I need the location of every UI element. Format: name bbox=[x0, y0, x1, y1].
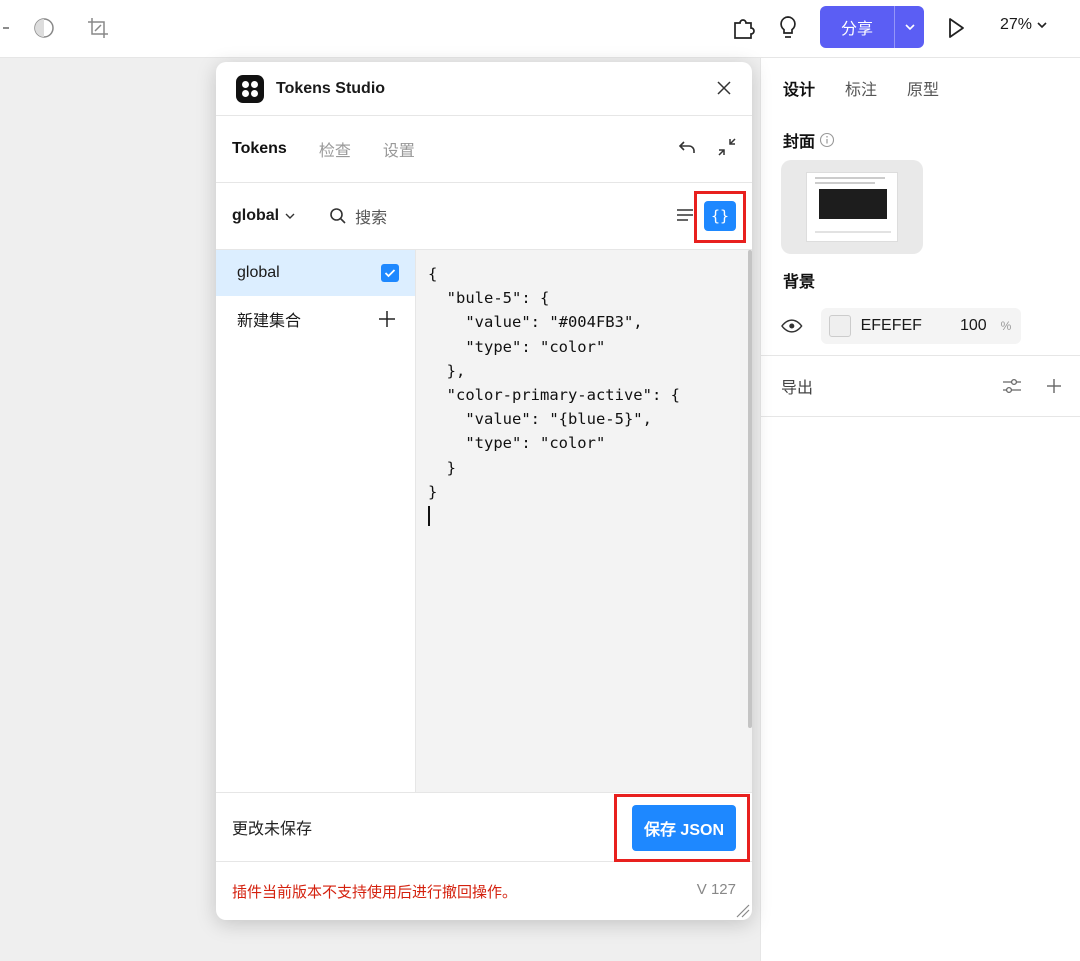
json-code[interactable]: { "bule-5": { "value": "#004FB3", "type"… bbox=[428, 262, 752, 504]
eye-icon[interactable] bbox=[781, 318, 803, 334]
tab-prototype[interactable]: 原型 bbox=[907, 76, 939, 100]
share-button-label[interactable]: 分享 bbox=[820, 6, 894, 48]
cover-section-title: 封面 bbox=[783, 128, 835, 152]
tab-settings[interactable]: 设置 bbox=[383, 137, 415, 161]
tokens-studio-plugin: Tokens Studio Tokens 检查 设置 global 搜索 {} … bbox=[216, 62, 752, 920]
json-editor[interactable]: { "bule-5": { "value": "#004FB3", "type"… bbox=[416, 250, 752, 792]
color-swatch[interactable] bbox=[828, 315, 851, 337]
tab-inspect[interactable]: 检查 bbox=[319, 137, 351, 161]
plugin-icon[interactable] bbox=[730, 14, 758, 42]
json-view-button[interactable]: {} bbox=[704, 201, 736, 231]
token-sets-list: global 新建集合 bbox=[216, 250, 416, 792]
background-label: 背景 bbox=[783, 274, 816, 291]
plugin-header-actions bbox=[676, 136, 738, 158]
token-set-label: global bbox=[237, 264, 280, 281]
checkbox-checked-icon[interactable] bbox=[381, 264, 399, 282]
chevron-down-icon bbox=[1037, 22, 1047, 29]
partial-icon[interactable] bbox=[0, 14, 22, 42]
plugin-body: global 新建集合 { "bule-5": { "value": "#004… bbox=[216, 250, 752, 792]
crop-icon[interactable] bbox=[84, 14, 112, 42]
warning-text: 插件当前版本不支持使用后进行撤回操作。 bbox=[232, 883, 518, 901]
cover-thumbnail[interactable] bbox=[781, 160, 923, 254]
export-row: 导出 bbox=[781, 374, 1061, 398]
play-icon[interactable] bbox=[942, 14, 970, 42]
divider bbox=[761, 355, 1080, 356]
plugin-footer: 更改未保存 保存 JSON bbox=[216, 792, 752, 862]
background-color-value[interactable]: EFEFEF bbox=[861, 317, 922, 335]
version-label: V 127 bbox=[696, 881, 736, 898]
close-icon[interactable] bbox=[714, 78, 734, 98]
zoom-level: 27% bbox=[1000, 16, 1033, 33]
add-icon[interactable] bbox=[377, 309, 397, 329]
search-icon bbox=[330, 208, 346, 224]
chevron-down-icon bbox=[285, 213, 295, 219]
chevron-down-icon[interactable] bbox=[894, 6, 924, 48]
cover-preview-image bbox=[806, 172, 898, 242]
plugin-tabs: Tokens 检查 设置 bbox=[216, 116, 752, 183]
scrollbar[interactable] bbox=[748, 250, 752, 728]
tokens-studio-logo-icon bbox=[236, 74, 264, 103]
cover-label: 封面 bbox=[783, 134, 816, 151]
contrast-icon[interactable] bbox=[30, 14, 58, 42]
list-view-icon[interactable] bbox=[676, 207, 694, 223]
new-set-label: 新建集合 bbox=[237, 313, 302, 330]
token-set-item[interactable]: global bbox=[216, 250, 415, 296]
new-set-item[interactable]: 新建集合 bbox=[216, 296, 415, 342]
undo-icon[interactable] bbox=[676, 136, 698, 158]
design-panel-tabs: 设计 标注 原型 bbox=[783, 76, 939, 100]
save-json-button[interactable]: 保存 JSON bbox=[632, 805, 736, 851]
resize-handle-icon[interactable] bbox=[734, 902, 750, 918]
design-panel: 设计 标注 原型 封面 背景 EFEFEF 100 % 导出 bbox=[760, 58, 1080, 961]
text-cursor bbox=[428, 506, 430, 527]
background-opacity-value[interactable]: 100 bbox=[960, 317, 987, 335]
background-color-field[interactable]: EFEFEF 100 % bbox=[820, 308, 1021, 344]
plugin-title: Tokens Studio bbox=[276, 79, 386, 97]
tab-annotation[interactable]: 标注 bbox=[845, 76, 877, 100]
search-placeholder: 搜索 bbox=[355, 210, 388, 227]
tab-tokens[interactable]: Tokens bbox=[232, 140, 287, 158]
divider bbox=[761, 416, 1080, 417]
settings-sliders-icon[interactable] bbox=[1001, 377, 1023, 395]
zoom-control[interactable]: 27% bbox=[1000, 16, 1048, 34]
tab-design[interactable]: 设计 bbox=[783, 76, 815, 100]
plugin-header: Tokens Studio bbox=[216, 62, 752, 116]
share-button[interactable]: 分享 bbox=[820, 6, 924, 48]
lightbulb-icon[interactable] bbox=[774, 14, 802, 42]
unsaved-status: 更改未保存 bbox=[232, 821, 313, 838]
token-set-selector-label: global bbox=[232, 207, 280, 224]
token-set-selector[interactable]: global bbox=[232, 207, 295, 225]
collapse-icon[interactable] bbox=[716, 136, 738, 158]
opacity-unit: % bbox=[1000, 319, 1012, 333]
add-icon[interactable] bbox=[1045, 377, 1063, 395]
info-icon[interactable] bbox=[819, 132, 835, 148]
background-row: EFEFEF 100 % bbox=[781, 308, 1021, 344]
plugin-toolbar: global 搜索 {} bbox=[216, 183, 752, 250]
top-toolbar: 分享 27% bbox=[0, 0, 1080, 58]
search-input[interactable]: 搜索 bbox=[329, 204, 387, 228]
plugin-status-bar: 插件当前版本不支持使用后进行撤回操作。 V 127 bbox=[216, 862, 752, 920]
export-label: 导出 bbox=[781, 380, 814, 397]
